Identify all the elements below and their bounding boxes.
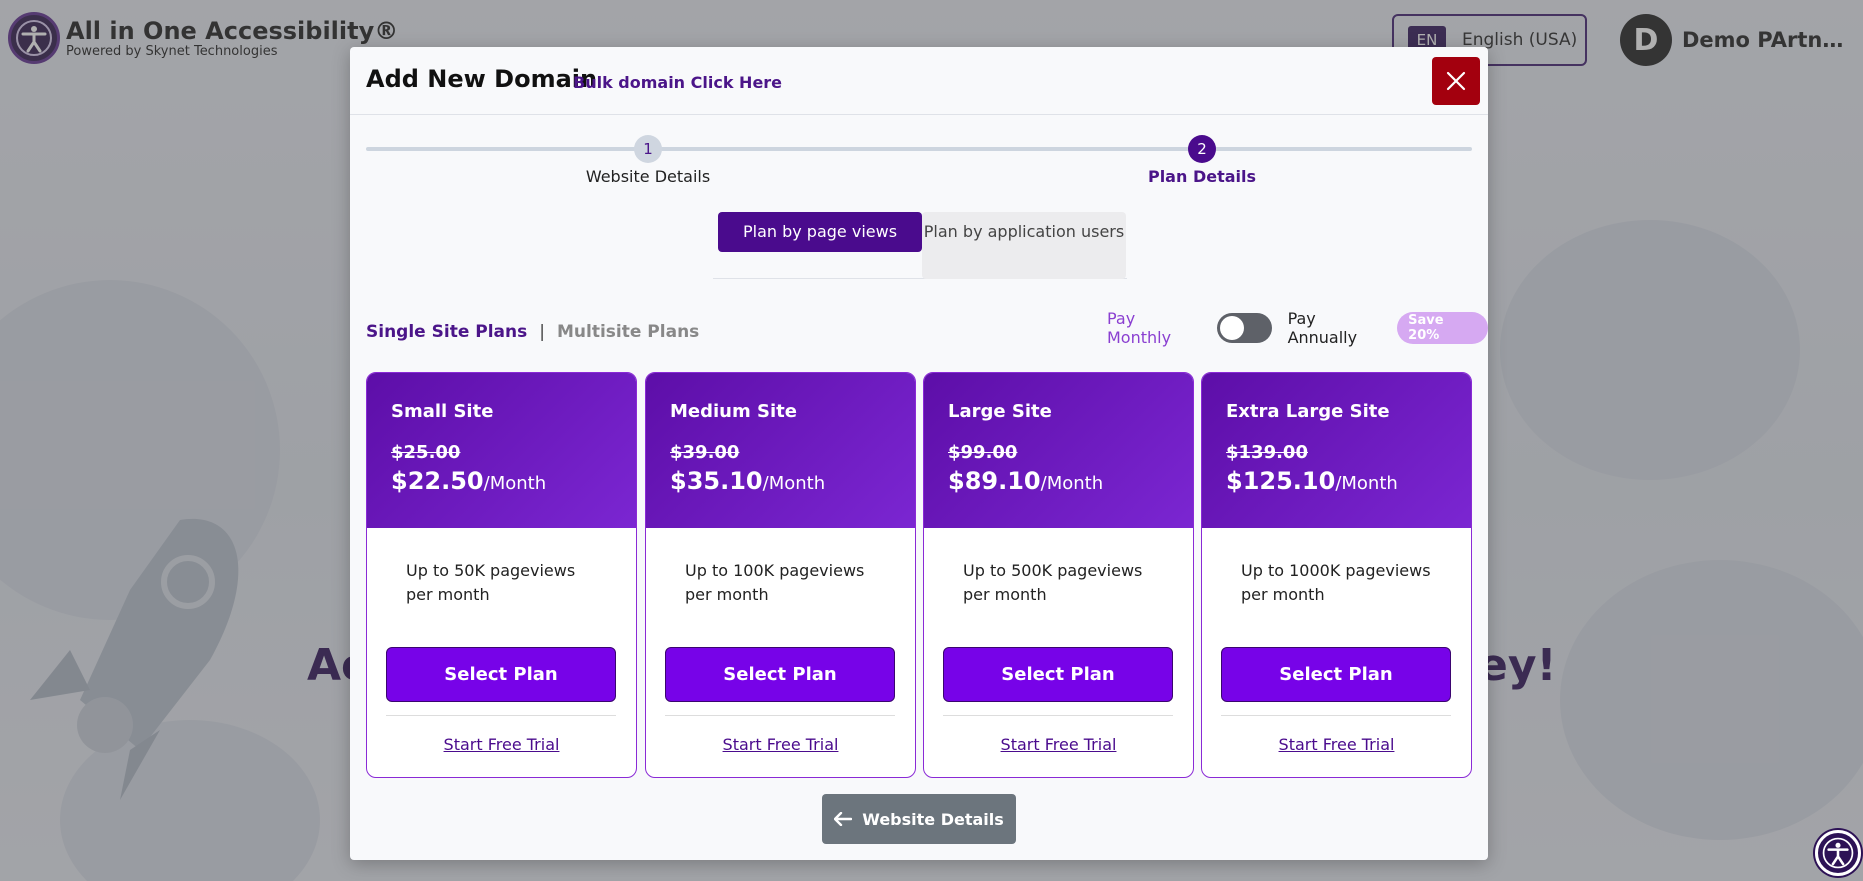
card-divider (943, 715, 1173, 716)
select-plan-button[interactable]: Select Plan (943, 647, 1173, 702)
accessibility-widget-button[interactable] (1815, 830, 1861, 876)
modal-title: Add New Domain (366, 65, 598, 93)
stepper: 1 Website Details 2 Plan Details (366, 133, 1472, 193)
step-website-details[interactable]: 1 Website Details (548, 133, 748, 186)
stepper-track (366, 147, 1472, 151)
close-button[interactable] (1432, 57, 1480, 105)
plan-description: Up to 500K pageviews per month (963, 561, 1143, 604)
step-plan-details[interactable]: 2 Plan Details (1102, 133, 1302, 186)
plan-price-value: $22.50 (391, 467, 484, 495)
plan-old-price: $39.00 (670, 442, 740, 463)
card-divider (665, 715, 895, 716)
card-divider (1221, 715, 1451, 716)
card-divider (386, 715, 616, 716)
plan-price: $35.10 /Month (670, 467, 891, 495)
start-free-trial-link[interactable]: Start Free Trial (924, 735, 1193, 754)
start-free-trial-link[interactable]: Start Free Trial (646, 735, 915, 754)
plan-description: Up to 1000K pageviews per month (1241, 561, 1431, 604)
select-plan-button[interactable]: Select Plan (665, 647, 895, 702)
plan-card-medium: Medium Site $39.00 $35.10 /Month Up to 1… (645, 372, 916, 778)
toggle-knob (1220, 316, 1245, 340)
accessibility-icon (1822, 837, 1854, 869)
plan-card-small: Small Site $25.00 $22.50 /Month Up to 50… (366, 372, 637, 778)
plan-price: $22.50 /Month (391, 467, 612, 495)
plan-price-value: $89.10 (948, 467, 1041, 495)
plan-price-unit: /Month (1040, 473, 1104, 494)
plan-price-value: $35.10 (670, 467, 763, 495)
plan-name: Small Site (391, 401, 494, 422)
tab-page-views[interactable]: Plan by page views (718, 212, 922, 252)
plan-name: Medium Site (670, 401, 797, 422)
close-icon (1446, 71, 1466, 91)
plan-price-value: $125.10 (1226, 467, 1336, 495)
plan-price-unit: /Month (483, 473, 547, 494)
plan-group-separator: | (539, 322, 545, 342)
plan-old-price: $99.00 (948, 442, 1018, 463)
start-free-trial-link[interactable]: Start Free Trial (367, 735, 636, 754)
back-to-website-details-button[interactable]: Website Details (822, 794, 1016, 844)
plan-card-header: Extra Large Site $139.00 $125.10 /Month (1202, 373, 1471, 528)
plan-name: Large Site (948, 401, 1052, 422)
billing-toggle[interactable] (1217, 313, 1272, 343)
plan-card-header: Medium Site $39.00 $35.10 /Month (646, 373, 915, 528)
plan-description: Up to 50K pageviews per month (406, 561, 576, 604)
step-label: Plan Details (1147, 167, 1257, 186)
back-button-label: Website Details (862, 809, 1004, 829)
pay-monthly-label: Pay Monthly (1107, 309, 1172, 347)
plan-description: Up to 100K pageviews per month (685, 561, 865, 604)
plan-card-large: Large Site $99.00 $89.10 /Month Up to 50… (923, 372, 1194, 778)
start-free-trial-link[interactable]: Start Free Trial (1202, 735, 1471, 754)
plan-card-header: Large Site $99.00 $89.10 /Month (924, 373, 1193, 528)
plan-price-unit: /Month (762, 473, 826, 494)
plan-cards: Small Site $25.00 $22.50 /Month Up to 50… (366, 372, 1472, 778)
select-plan-button[interactable]: Select Plan (1221, 647, 1451, 702)
plan-type-tabs: Plan by page views Plan by application u… (713, 212, 1127, 279)
add-domain-modal: Add New Domain Bulk domain Click Here 1 … (350, 47, 1489, 860)
step-number: 2 (1188, 135, 1216, 163)
plan-old-price: $139.00 (1226, 442, 1308, 463)
billing-period-switch: Pay Monthly Pay Annually Save 20% (1107, 309, 1489, 347)
plan-card-header: Small Site $25.00 $22.50 /Month (367, 373, 636, 528)
arrow-left-icon (834, 812, 853, 826)
step-number: 1 (634, 135, 662, 163)
plan-name: Extra Large Site (1226, 401, 1390, 422)
plan-price: $125.10 /Month (1226, 467, 1447, 495)
plan-group-selector: Single Site Plans | Multisite Plans (366, 322, 699, 342)
multisite-plans-link[interactable]: Multisite Plans (557, 322, 699, 342)
plan-card-extra-large: Extra Large Site $139.00 $125.10 /Month … (1201, 372, 1472, 778)
pay-annually-label: Pay Annually (1287, 309, 1358, 347)
tab-application-users[interactable]: Plan by application users (922, 212, 1126, 279)
select-plan-button[interactable]: Select Plan (386, 647, 616, 702)
step-label: Website Details (585, 167, 711, 186)
plan-price: $89.10 /Month (948, 467, 1169, 495)
save-badge: Save 20% (1397, 312, 1489, 344)
bulk-domain-link[interactable]: Bulk domain Click Here (573, 73, 782, 92)
plan-old-price: $25.00 (391, 442, 461, 463)
modal-header: Add New Domain Bulk domain Click Here (350, 47, 1488, 115)
plan-price-unit: /Month (1335, 473, 1398, 494)
single-site-plans-link[interactable]: Single Site Plans (366, 322, 527, 342)
